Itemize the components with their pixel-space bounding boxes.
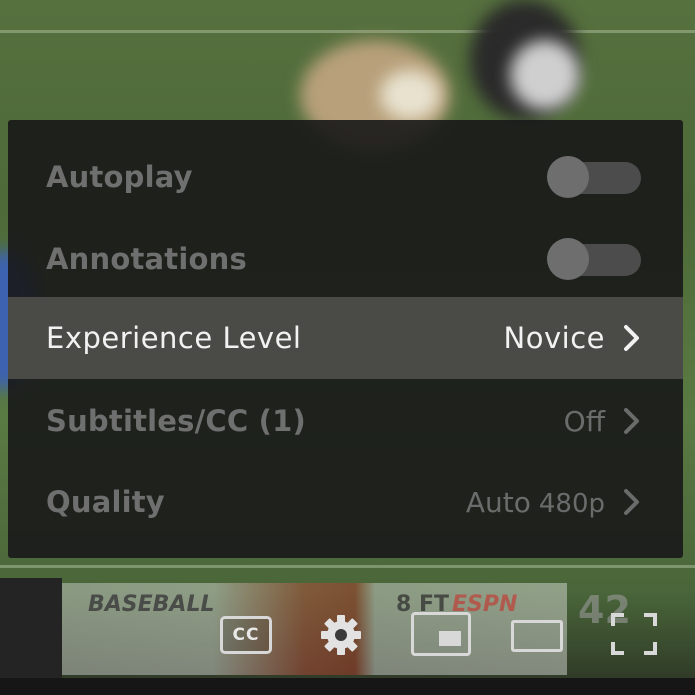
experience-level-value: Novice <box>503 321 605 355</box>
subtitles-value: Off <box>563 404 605 438</box>
helmet-blur <box>380 70 440 120</box>
experience-level-label: Experience Level <box>46 321 302 355</box>
scoreboard-league: BASEBALL <box>88 592 215 617</box>
quality-resolution: 480p <box>538 488 605 519</box>
cc-label: CC <box>232 625 260 645</box>
field-line <box>0 565 695 568</box>
fullscreen-icon[interactable] <box>610 612 658 660</box>
miniplayer-inner <box>439 631 461 646</box>
subtitles-row[interactable]: Subtitles/CC (1) Off <box>8 380 683 462</box>
controls-left-area <box>0 578 62 678</box>
umpire-blur <box>510 40 580 110</box>
theater-mode-icon[interactable] <box>511 620 563 652</box>
field-line <box>0 30 695 33</box>
chevron-right-icon <box>621 406 643 436</box>
subtitles-label: Subtitles/CC (1) <box>46 404 306 438</box>
quality-value: Auto <box>465 485 531 519</box>
quality-label: Quality <box>46 485 165 519</box>
chevron-right-icon <box>621 487 643 517</box>
experience-level-row[interactable]: Experience Level Novice <box>8 297 683 379</box>
annotations-row[interactable]: Annotations <box>8 218 683 300</box>
quality-row[interactable]: Quality Auto 480p <box>8 461 683 543</box>
annotations-toggle[interactable] <box>547 238 643 280</box>
toggle-knob <box>547 156 589 198</box>
settings-menu: Autoplay Annotations Experience Level No… <box>8 120 683 558</box>
miniplayer-icon[interactable] <box>411 612 471 656</box>
cc-icon[interactable]: CC <box>220 616 272 654</box>
annotations-label: Annotations <box>46 242 247 276</box>
chevron-right-icon <box>621 323 643 353</box>
autoplay-row[interactable]: Autoplay <box>8 136 683 218</box>
gear-icon[interactable] <box>318 612 364 662</box>
autoplay-toggle[interactable] <box>547 156 643 198</box>
autoplay-label: Autoplay <box>46 160 193 194</box>
toggle-knob <box>547 238 589 280</box>
progress-bar-area[interactable] <box>0 678 695 695</box>
